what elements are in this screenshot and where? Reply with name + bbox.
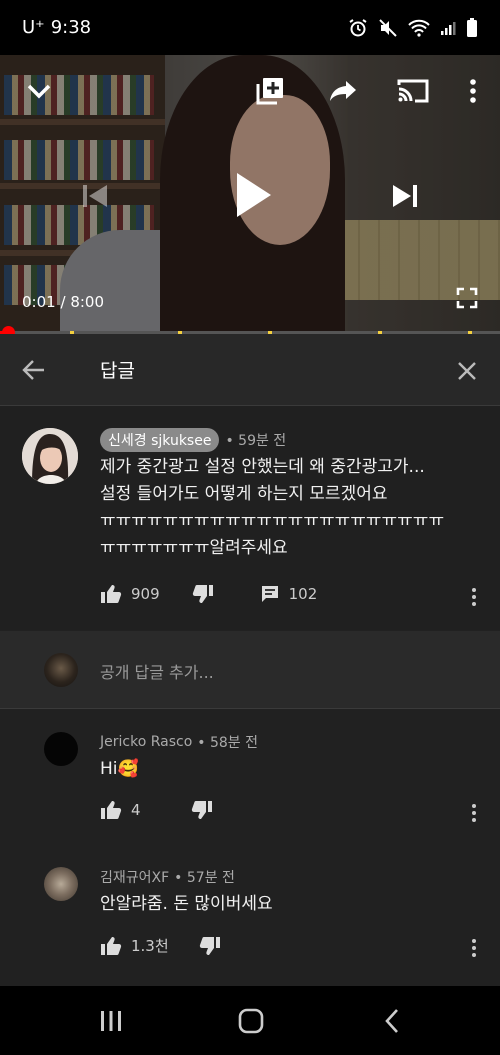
fullscreen-icon xyxy=(456,287,478,309)
avatar-image xyxy=(22,428,78,484)
reply-avatar[interactable] xyxy=(44,732,78,766)
add-reply-box[interactable]: 공개 답글 추가... xyxy=(0,631,500,709)
thumbs-down-icon xyxy=(191,801,212,819)
more-icon xyxy=(470,79,476,103)
reply-more-button[interactable] xyxy=(464,935,484,961)
back-arrow-icon xyxy=(22,360,44,380)
collapse-button[interactable] xyxy=(22,75,56,109)
cast-button[interactable] xyxy=(393,73,433,109)
author-chip[interactable]: 신세경 sjkuksee xyxy=(100,428,220,452)
add-to-playlist-button[interactable] xyxy=(252,73,288,109)
video-time: 0:01 / 8:00 xyxy=(22,293,104,311)
close-button[interactable] xyxy=(454,358,480,384)
thumbs-up-icon xyxy=(101,936,122,955)
like-button[interactable]: 909 xyxy=(100,584,160,604)
reply-actions: 1.3천 xyxy=(100,935,221,956)
thumbs-down-icon xyxy=(199,936,220,955)
avatar[interactable] xyxy=(22,428,78,484)
replies-title: 답글 xyxy=(100,360,135,382)
reply-time-ago: • 57분 전 xyxy=(174,870,235,886)
parent-comment: 신세경 sjkuksee • 59분 전 제가 중간광고 설정 안했는데 왜 중… xyxy=(0,406,500,630)
play-button[interactable] xyxy=(228,167,278,223)
reply-like-button[interactable]: 4 xyxy=(100,800,141,820)
wifi-icon xyxy=(408,19,430,37)
more-options-button[interactable] xyxy=(460,73,486,109)
current-time: 0:01 xyxy=(22,293,56,311)
status-left: U⁺ 9:38 xyxy=(22,17,91,38)
home-icon xyxy=(238,1008,264,1034)
parent-comment-more-button[interactable] xyxy=(464,584,484,610)
status-time: 9:38 xyxy=(50,17,92,38)
replies-header: 답글 xyxy=(0,334,500,406)
reply-dislike-button[interactable] xyxy=(191,800,213,820)
time-separator: / xyxy=(60,293,66,311)
next-button[interactable] xyxy=(386,177,424,215)
previous-icon xyxy=(83,185,107,207)
reply-avatar[interactable] xyxy=(44,867,78,901)
parent-comment-actions: 909 102 xyxy=(100,584,317,604)
system-nav-bar xyxy=(0,986,500,1055)
reply-dislike-button[interactable] xyxy=(199,936,221,956)
thumbs-down-icon xyxy=(192,585,213,603)
nav-back-button[interactable] xyxy=(378,1006,406,1036)
reply-author[interactable]: 김재규어XF xyxy=(100,867,169,887)
parent-comment-text: 제가 중간광고 설정 안했는데 왜 중간광고가... 설정 들어가도 어떻게 하… xyxy=(100,457,445,558)
reply-actions: 4 xyxy=(100,800,213,820)
alarm-icon xyxy=(349,18,367,36)
mute-icon xyxy=(379,18,397,37)
reply-count-button[interactable]: 102 xyxy=(260,584,318,604)
fullscreen-button[interactable] xyxy=(452,283,482,313)
thumbs-up-icon xyxy=(101,585,122,603)
reply-count: 102 xyxy=(288,585,318,603)
reply-like-button[interactable]: 1.3천 xyxy=(100,935,169,956)
previous-button[interactable] xyxy=(76,177,114,215)
reply-more-button[interactable] xyxy=(464,800,484,826)
reply-like-count: 1.3천 xyxy=(131,937,169,955)
share-button[interactable] xyxy=(325,73,361,109)
time-ago: • 59분 전 xyxy=(225,433,287,449)
reply-time-ago: • 58분 전 xyxy=(197,735,258,751)
reply-item: 김재규어XF • 57분 전 안알랴줌. 돈 많이버세요 1.3천 xyxy=(0,845,500,986)
play-icon xyxy=(237,173,271,217)
recents-button[interactable] xyxy=(96,1008,126,1034)
reply-author[interactable]: Jericko Rasco xyxy=(100,734,192,750)
close-icon xyxy=(458,362,476,380)
add-reply-placeholder[interactable]: 공개 답글 추가... xyxy=(100,659,214,683)
duration: 8:00 xyxy=(70,293,104,311)
back-button[interactable] xyxy=(20,358,48,382)
reply-text: 안알랴줌. 돈 많이버세요 xyxy=(100,894,273,914)
back-icon xyxy=(385,1009,398,1033)
signal-icon xyxy=(441,21,456,35)
reply-icon xyxy=(261,586,278,602)
thumbs-up-icon xyxy=(101,801,122,819)
collapse-icon xyxy=(27,84,51,99)
parent-comment-meta: 신세경 sjkuksee • 59분 전 xyxy=(100,428,286,452)
battery-icon xyxy=(467,17,477,37)
like-count: 909 xyxy=(131,585,160,603)
status-icons xyxy=(348,17,478,38)
reply-meta: 김재규어XF • 57분 전 xyxy=(100,867,235,887)
my-avatar xyxy=(44,653,78,687)
share-icon xyxy=(330,81,356,101)
video-player[interactable]: 0:01 / 8:00 xyxy=(0,55,500,333)
add-to-playlist-icon xyxy=(256,78,283,105)
reply-item: Jericko Rasco • 58분 전 Hi🥰 4 xyxy=(0,710,500,845)
reply-meta: Jericko Rasco • 58분 전 xyxy=(100,732,258,752)
dislike-button[interactable] xyxy=(192,584,214,604)
home-button[interactable] xyxy=(236,1006,266,1036)
carrier-label: U⁺ xyxy=(22,17,45,38)
reply-text: Hi🥰 xyxy=(100,759,139,779)
reply-like-count: 4 xyxy=(131,801,141,819)
recents-icon xyxy=(101,1011,121,1031)
next-icon xyxy=(393,185,417,207)
cast-icon xyxy=(397,79,429,103)
status-bar: U⁺ 9:38 xyxy=(0,0,500,55)
